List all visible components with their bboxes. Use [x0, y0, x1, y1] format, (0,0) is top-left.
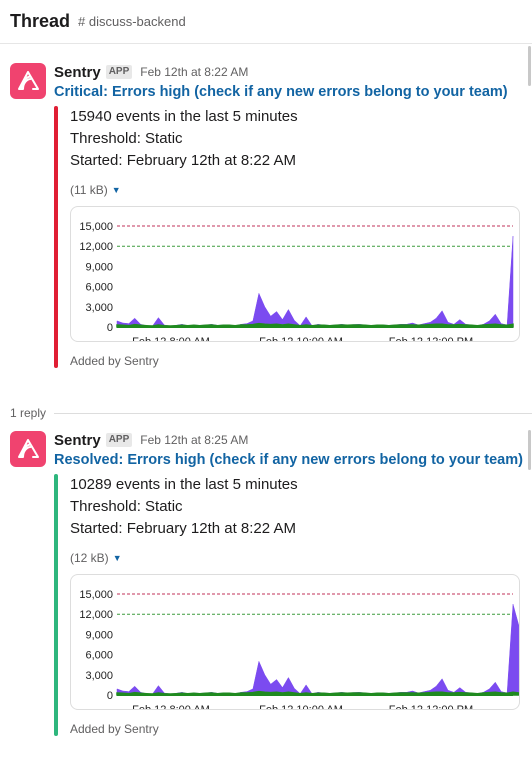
y-tick-label: 9,000	[85, 629, 113, 641]
series-area	[116, 236, 514, 328]
threshold-text: Threshold: Static	[70, 498, 183, 515]
reply-divider: 1 reply	[0, 403, 532, 423]
attachment-color-bar	[54, 106, 58, 368]
alert-title-link[interactable]: Critical: Errors high (check if any new …	[54, 84, 526, 100]
y-tick-label: 3,000	[85, 302, 113, 314]
y-tick-label: 6,000	[85, 650, 113, 662]
file-size: (11 kB)	[70, 183, 108, 197]
sender-name[interactable]: Sentry	[54, 432, 101, 449]
x-tick-label: Feb 12 12:00 PM	[389, 336, 473, 341]
errors-chart: 15,000 12,000 9,000 6,000 3,000 0 Feb 12 8:00 …	[79, 221, 514, 341]
y-tick-label: 9,000	[85, 261, 113, 273]
event-count-text: 10289 events in the last 5 minutes	[70, 476, 298, 493]
x-tick-label: Feb 12 8:00 AM	[132, 704, 210, 709]
started-text: Started: February 12th at 8:22 AM	[70, 152, 296, 169]
scrollbar-thumb[interactable]	[528, 46, 531, 86]
event-count-text: 15940 events in the last 5 minutes	[70, 108, 298, 125]
timestamp[interactable]: Feb 12th at 8:22 AM	[140, 65, 248, 79]
chart-image[interactable]: 15,000 12,000 9,000 6,000 3,000 0 Feb 12 8:00 …	[70, 206, 520, 342]
sender-name[interactable]: Sentry	[54, 64, 101, 81]
thread-title: Thread	[10, 11, 71, 31]
y-tick-label: 12,000	[79, 609, 113, 621]
attachment: 15940 events in the last 5 minutes Thres…	[54, 106, 526, 368]
attachment-color-bar	[54, 474, 58, 736]
attachment: 10289 events in the last 5 minutes Thres…	[54, 474, 526, 736]
reply-count: 1 reply	[10, 406, 47, 420]
x-tick-label: Feb 12 10:00 AM	[259, 704, 343, 709]
y-tick-label: 15,000	[79, 589, 113, 601]
threshold-text: Threshold: Static	[70, 130, 183, 147]
scrollbar-thumb[interactable]	[528, 430, 531, 470]
started-text: Started: February 12th at 8:22 AM	[70, 520, 296, 537]
y-tick-label: 12,000	[79, 241, 113, 253]
x-tick-label: Feb 12 8:00 AM	[132, 336, 210, 341]
y-tick-label: 6,000	[85, 282, 113, 294]
series-area	[116, 604, 519, 696]
sentry-logo-icon	[18, 71, 39, 90]
timestamp[interactable]: Feb 12th at 8:25 AM	[140, 433, 248, 447]
x-tick-label: Feb 12 12:00 PM	[389, 704, 473, 709]
chevron-down-icon[interactable]: ▼	[112, 185, 121, 195]
y-tick-label: 0	[107, 322, 113, 334]
chart-image[interactable]: 15,000 12,000 9,000 6,000 3,000 0 Feb 12 8:00 …	[70, 574, 520, 710]
alert-title-link[interactable]: Resolved: Errors high (check if any new …	[54, 452, 526, 468]
channel-link[interactable]: # discuss-backend	[78, 14, 186, 29]
divider-line	[54, 412, 532, 414]
sentry-logo-icon	[18, 439, 39, 458]
attachment-footer: Added by Sentry	[70, 354, 159, 368]
attachment-footer: Added by Sentry	[70, 722, 159, 736]
app-badge: APP	[105, 433, 133, 447]
chevron-down-icon[interactable]: ▼	[113, 553, 122, 563]
thread-header: Thread # discuss-backend	[0, 0, 532, 44]
app-badge: APP	[105, 65, 133, 79]
errors-chart: 15,000 12,000 9,000 6,000 3,000 0 Feb 12 8:00 …	[79, 589, 519, 709]
y-tick-label: 15,000	[79, 221, 113, 233]
file-size: (12 kB)	[70, 551, 109, 565]
x-tick-label: Feb 12 10:00 AM	[259, 336, 343, 341]
sentry-avatar[interactable]	[10, 431, 46, 467]
y-tick-label: 0	[107, 690, 113, 702]
y-tick-label: 3,000	[85, 670, 113, 682]
sentry-avatar[interactable]	[10, 63, 46, 99]
